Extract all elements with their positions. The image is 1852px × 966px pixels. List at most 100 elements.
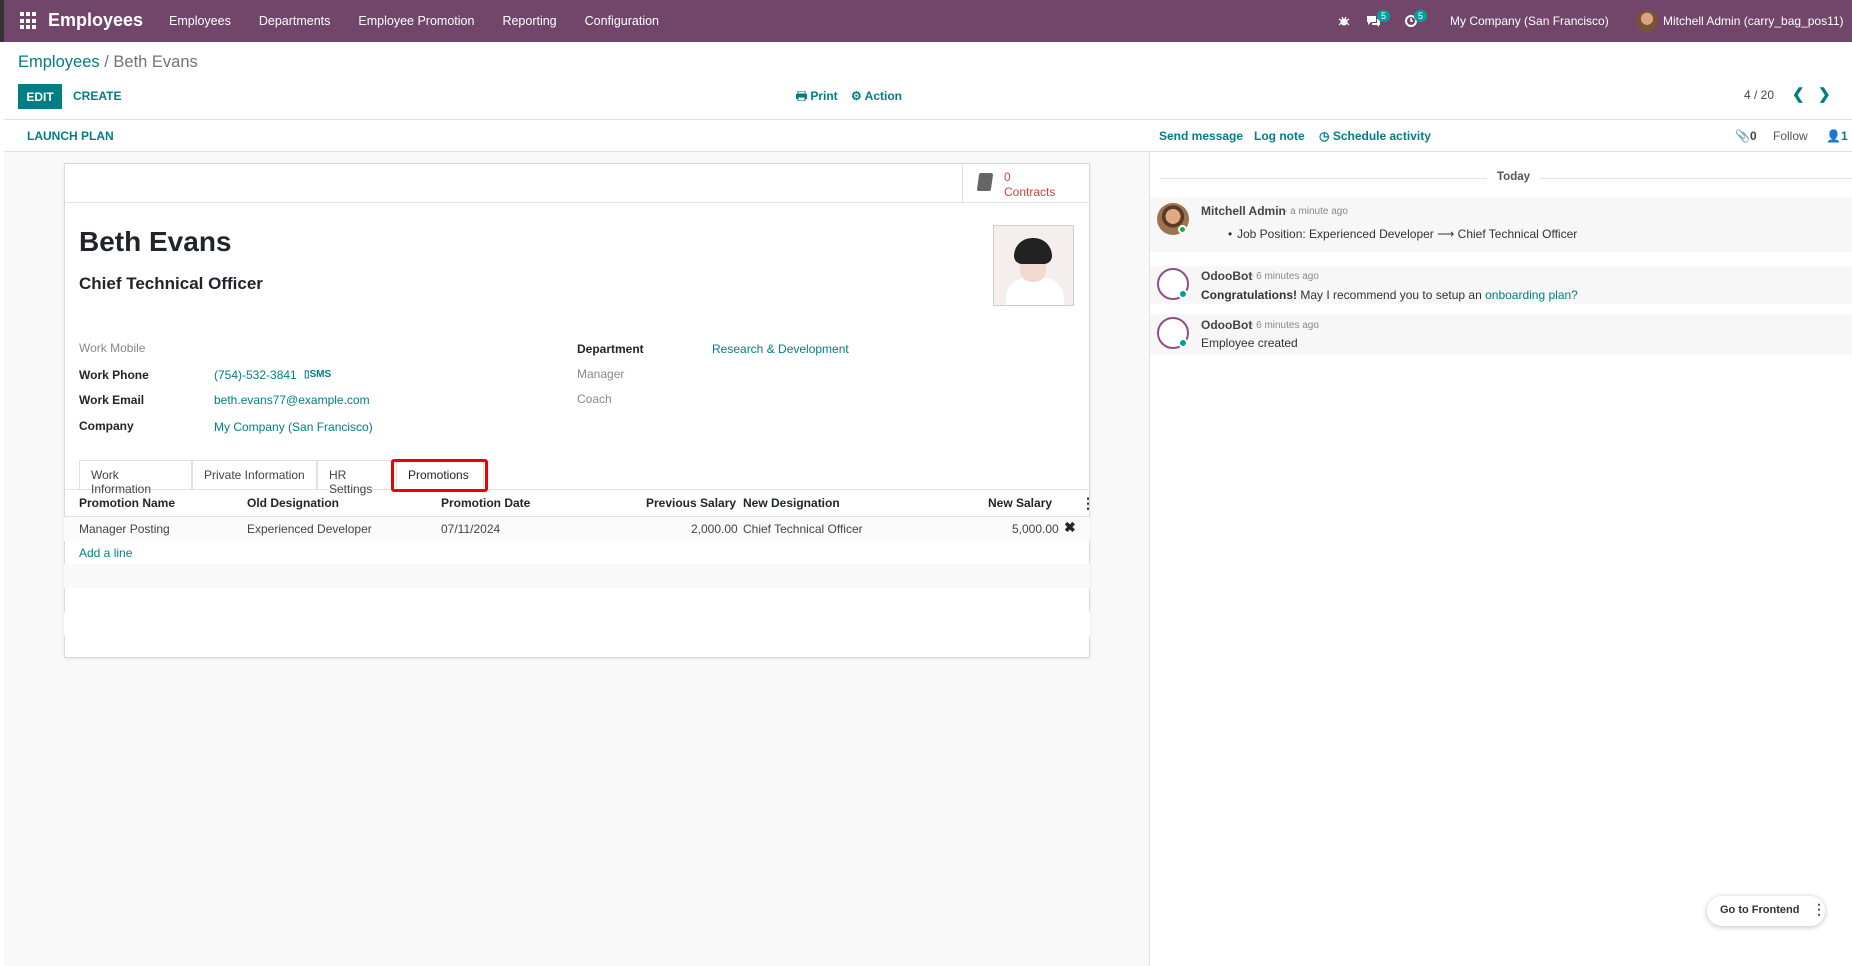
cell-new-designation[interactable]: Chief Technical Officer bbox=[743, 522, 863, 536]
attachments-button[interactable]: 📎0 bbox=[1735, 129, 1757, 143]
work-email-label: Work Email bbox=[79, 393, 145, 407]
message-author[interactable]: Mitchell Admin bbox=[1201, 204, 1286, 218]
user-menu[interactable]: Mitchell Admin (carry_bag_pos11) bbox=[1663, 0, 1844, 42]
menu-departments[interactable]: Departments bbox=[259, 14, 331, 28]
employee-job-title[interactable]: Chief Technical Officer bbox=[79, 274, 263, 294]
go-to-frontend-label[interactable]: Go to Frontend bbox=[1720, 904, 1799, 916]
tab-work-information[interactable]: Work Information bbox=[79, 460, 192, 496]
cell-previous-salary[interactable]: 2,000.00 bbox=[691, 522, 738, 536]
cell-promotion-name[interactable]: Manager Posting bbox=[79, 522, 170, 536]
app-title[interactable]: Employees bbox=[48, 10, 143, 31]
tab-private-information[interactable]: Private Information bbox=[192, 460, 317, 490]
department-value[interactable]: Research & Development bbox=[712, 342, 849, 356]
print-menu[interactable]: Print bbox=[796, 89, 838, 103]
employee-photo[interactable] bbox=[993, 225, 1074, 306]
user-avatar[interactable] bbox=[1636, 0, 1658, 42]
follow-button[interactable]: Follow bbox=[1773, 129, 1808, 143]
message-body: Employee created bbox=[1201, 336, 1298, 350]
top-navbar: Employees Employees Departments Employee… bbox=[0, 0, 1852, 42]
cell-new-salary[interactable]: 5,000.00 bbox=[1012, 522, 1059, 536]
message-bold-text: Congratulations! bbox=[1201, 288, 1297, 302]
cell-promotion-date[interactable]: 07/11/2024 bbox=[441, 522, 500, 536]
edit-button[interactable]: EDIT bbox=[18, 84, 62, 109]
book-icon bbox=[976, 173, 994, 191]
launch-plan-button[interactable]: LAUNCH PLAN bbox=[27, 129, 114, 143]
breadcrumb: Employees / Beth Evans bbox=[18, 53, 198, 72]
user-icon: 👤 bbox=[1826, 129, 1841, 143]
message-author[interactable]: OdooBot bbox=[1201, 318, 1252, 332]
tab-hr-settings[interactable]: HR Settings bbox=[317, 460, 394, 496]
company-label: Company bbox=[79, 419, 134, 433]
date-separator: Today bbox=[1487, 171, 1541, 183]
menu-employees[interactable]: Employees bbox=[169, 14, 231, 28]
print-label: Print bbox=[810, 89, 838, 103]
col-new-designation[interactable]: New Designation bbox=[743, 496, 840, 510]
apps-menu-icon[interactable] bbox=[20, 12, 38, 30]
messages-badge: 5 bbox=[1377, 10, 1391, 22]
debug-icon[interactable] bbox=[1338, 0, 1350, 42]
send-message-button[interactable]: Send message bbox=[1159, 129, 1243, 143]
contracts-count: 0 bbox=[1004, 170, 1011, 184]
more-options-icon[interactable]: ⋮ bbox=[1812, 901, 1826, 918]
schedule-activity-label: Schedule activity bbox=[1332, 129, 1431, 143]
company-value[interactable]: My Company (San Francisco) bbox=[214, 420, 373, 434]
attachments-count: 0 bbox=[1749, 129, 1757, 143]
schedule-activity-button[interactable]: ◷ Schedule activity bbox=[1319, 129, 1431, 143]
activities-badge: 5 bbox=[1414, 10, 1428, 22]
followers-count: 1 bbox=[1840, 129, 1848, 143]
online-status-icon bbox=[1178, 225, 1187, 234]
work-mobile-label: Work Mobile bbox=[79, 341, 146, 355]
pager-value[interactable]: 4 / 20 bbox=[1744, 88, 1774, 102]
col-promotion-date[interactable]: Promotion Date bbox=[441, 496, 530, 510]
column-options-icon[interactable]: ⋮ bbox=[1081, 495, 1095, 512]
col-old-designation[interactable]: Old Designation bbox=[247, 496, 339, 510]
tracking-value: Job Position: Experienced Developer ⟶ Ch… bbox=[1237, 227, 1578, 241]
message-author[interactable]: OdooBot bbox=[1201, 269, 1252, 283]
message-date: - 6 minutes ago bbox=[1250, 320, 1319, 331]
bullet-icon: • bbox=[1228, 227, 1233, 241]
work-email-value[interactable]: beth.evans77@example.com bbox=[214, 393, 370, 407]
tab-highlight-box bbox=[391, 459, 488, 492]
followers-button[interactable]: 👤1 bbox=[1826, 129, 1848, 143]
sms-button[interactable]: ▯SMS bbox=[304, 369, 331, 380]
breadcrumb-employees[interactable]: Employees bbox=[18, 53, 100, 71]
create-button[interactable]: CREATE bbox=[73, 89, 121, 103]
heart-icon bbox=[1178, 338, 1188, 348]
work-phone-label: Work Phone bbox=[79, 368, 149, 382]
empty-table-row bbox=[64, 612, 1090, 636]
onboarding-plan-link[interactable]: onboarding plan? bbox=[1485, 288, 1578, 302]
action-menu[interactable]: ⚙ Action bbox=[851, 89, 902, 103]
message-date: - 6 minutes ago bbox=[1250, 271, 1319, 282]
col-promotion-name[interactable]: Promotion Name bbox=[79, 496, 175, 510]
cell-old-designation[interactable]: Experienced Developer bbox=[247, 522, 372, 536]
pager-next-icon[interactable]: ❯ bbox=[1818, 85, 1831, 103]
col-new-salary[interactable]: New Salary bbox=[988, 496, 1052, 510]
pager-previous-icon[interactable]: ❮ bbox=[1792, 85, 1805, 103]
delete-row-icon[interactable]: ✖ bbox=[1064, 519, 1076, 536]
main-menu: Employees Departments Employee Promotion… bbox=[169, 14, 687, 28]
table-row[interactable] bbox=[64, 517, 1090, 541]
add-line-link[interactable]: Add a line bbox=[79, 546, 132, 560]
print-icon bbox=[796, 90, 807, 102]
breadcrumb-current: Beth Evans bbox=[113, 53, 198, 71]
action-label: Action bbox=[864, 89, 902, 103]
menu-employee-promotion[interactable]: Employee Promotion bbox=[358, 14, 474, 28]
col-previous-salary[interactable]: Previous Salary bbox=[646, 496, 736, 510]
work-phone-value[interactable]: (754)-532-3841 bbox=[214, 368, 297, 382]
gear-icon: ⚙ bbox=[851, 89, 862, 103]
heart-icon bbox=[1178, 289, 1188, 299]
sms-label: SMS bbox=[309, 369, 332, 380]
employee-name[interactable]: Beth Evans bbox=[79, 226, 232, 258]
empty-table-row bbox=[64, 564, 1090, 588]
contracts-label: Contracts bbox=[1004, 185, 1056, 199]
menu-reporting[interactable]: Reporting bbox=[502, 14, 556, 28]
manager-label: Manager bbox=[577, 367, 625, 381]
menu-configuration[interactable]: Configuration bbox=[585, 14, 659, 28]
clock-icon: ◷ bbox=[1319, 129, 1330, 143]
paperclip-icon: 📎 bbox=[1735, 129, 1750, 143]
company-switcher[interactable]: My Company (San Francisco) bbox=[1450, 0, 1609, 42]
chatter-topbar-divider bbox=[1150, 151, 1852, 152]
message-date: - a minute ago bbox=[1284, 206, 1348, 217]
log-note-button[interactable]: Log note bbox=[1254, 129, 1305, 143]
form-statusbar bbox=[4, 120, 1150, 152]
